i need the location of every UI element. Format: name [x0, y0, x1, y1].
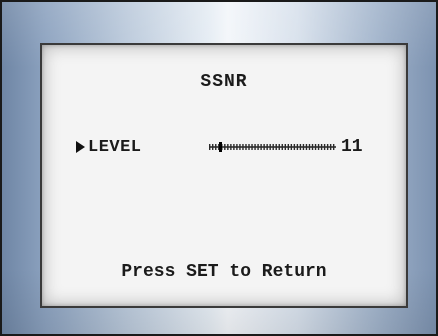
selection-cursor-icon [76, 141, 85, 153]
level-tick [314, 144, 317, 150]
level-tick [248, 144, 250, 150]
level-tick [263, 144, 265, 150]
level-tick [215, 144, 217, 150]
level-tick [260, 144, 262, 150]
level-tick [326, 144, 329, 150]
level-tick [212, 144, 214, 150]
level-tick [251, 144, 253, 150]
return-instruction: Press SET to Return [121, 262, 327, 282]
level-tick [227, 144, 229, 150]
level-tick [281, 144, 283, 150]
level-tick [275, 144, 277, 150]
level-tick [329, 144, 332, 150]
level-tick [296, 144, 299, 150]
level-tick [323, 144, 326, 150]
level-tick [290, 144, 293, 150]
level-tick [233, 144, 235, 150]
level-tick [224, 144, 226, 150]
level-tick [287, 144, 290, 150]
level-tick [257, 144, 259, 150]
level-value: 11 [341, 137, 363, 157]
level-tick [209, 144, 211, 150]
menu-item-level[interactable]: LEVEL 11 [76, 137, 376, 158]
level-tick [230, 144, 232, 150]
level-tick [278, 144, 280, 150]
level-tick [305, 144, 308, 150]
level-tick [293, 144, 296, 150]
level-tick [269, 144, 271, 150]
level-tick [254, 144, 256, 150]
level-tick [239, 144, 241, 150]
level-tick [308, 144, 311, 150]
menu-item-label: LEVEL [88, 138, 142, 157]
level-tick [236, 144, 238, 150]
osd-screen: SSNR LEVEL 11 Press SET to Return [40, 43, 408, 308]
level-tick [317, 144, 320, 150]
level-tick [299, 144, 302, 150]
level-tick [242, 144, 244, 150]
level-slider[interactable] [209, 142, 336, 152]
level-slider-graphic [209, 142, 336, 152]
level-tick [284, 144, 286, 150]
level-tick [245, 144, 247, 150]
level-tick [332, 144, 335, 150]
level-marker [219, 142, 222, 152]
level-tick [272, 144, 274, 150]
menu-title: SSNR [200, 72, 248, 92]
level-tick [320, 144, 323, 150]
level-tick [266, 144, 268, 150]
level-tick [311, 144, 314, 150]
level-tick [302, 144, 305, 150]
